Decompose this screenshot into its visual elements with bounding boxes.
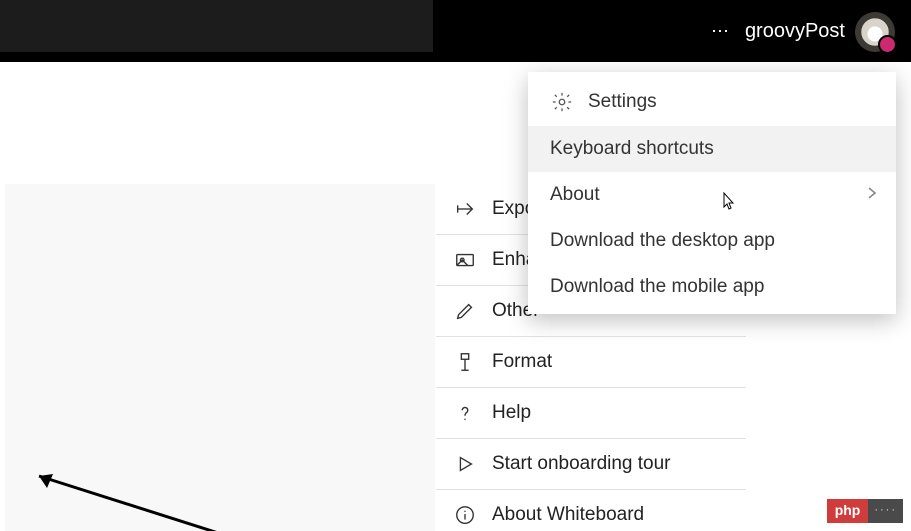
chevron-right-icon (866, 184, 878, 206)
submenu-item-download-mobile[interactable]: Download the mobile app (528, 264, 896, 310)
tab-well (0, 0, 433, 52)
submenu-item-keyboard-shortcuts[interactable]: Keyboard shortcuts (528, 126, 896, 172)
menu-item-format[interactable]: Format (436, 336, 746, 387)
badge-suffix: ···· (868, 499, 903, 523)
submenu-item-label: About (550, 184, 600, 206)
menu-item-help[interactable]: Help (436, 387, 746, 438)
submenu-help: Settings Keyboard shortcuts About Downlo… (528, 72, 896, 314)
play-icon (454, 453, 476, 475)
account-name[interactable]: groovyPost (745, 0, 845, 62)
submenu-item-about[interactable]: About (528, 172, 896, 218)
app-header: ⋯ groovyPost (0, 0, 911, 62)
gear-icon (550, 90, 574, 114)
menu-item-label: Format (492, 351, 552, 373)
menu-item-label: Help (492, 402, 531, 424)
menu-item-label: About Whiteboard (492, 504, 644, 526)
export-icon (454, 198, 476, 220)
submenu-item-label: Download the mobile app (550, 276, 764, 298)
help-icon (454, 402, 476, 424)
submenu-item-label: Keyboard shortcuts (550, 138, 714, 160)
badge-text: php (827, 499, 869, 523)
menu-item-onboarding[interactable]: Start onboarding tour (436, 438, 746, 489)
more-options-button[interactable]: ⋯ (701, 0, 741, 62)
submenu-item-download-desktop[interactable]: Download the desktop app (528, 218, 896, 264)
submenu-item-label: Download the desktop app (550, 230, 775, 252)
submenu-item-label: Settings (588, 91, 657, 113)
avatar[interactable] (855, 12, 895, 52)
format-icon (454, 351, 476, 373)
submenu-item-settings[interactable]: Settings (528, 78, 896, 126)
pencil-icon (454, 300, 476, 322)
watermark-badge: php ···· (827, 499, 903, 523)
info-icon (454, 504, 476, 526)
menu-item-about-whiteboard[interactable]: About Whiteboard (436, 489, 746, 531)
whiteboard-canvas[interactable]: aᵵio (5, 184, 435, 531)
menu-item-label: Start onboarding tour (492, 453, 671, 475)
double-arrow-shape (25, 464, 355, 531)
enhance-icon (454, 249, 476, 271)
